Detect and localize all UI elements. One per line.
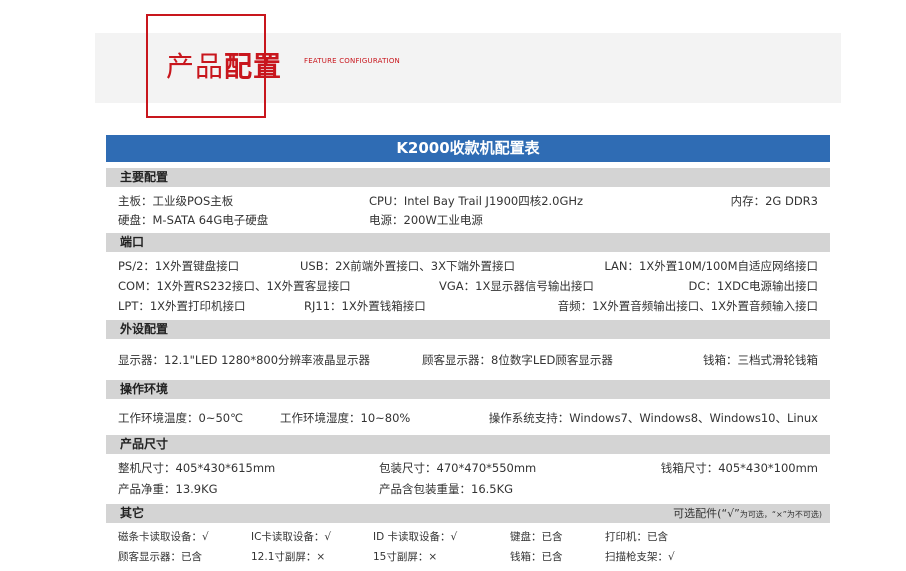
table-row: COM：1X外置RS232接口、1X外置客显接口 VGA：1X显示器信号输出接口… — [118, 279, 818, 293]
section-other-header: 其它 可选配件(“√”为可选，“×”为不可选) — [106, 504, 830, 523]
section-env-header: 操作环境 — [106, 380, 830, 399]
table-title: K2000收款机配置表 — [106, 135, 830, 162]
table-row: 工作环境温度：0~50℃ 工作环境湿度：10~80% 操作系统支持：Window… — [118, 411, 818, 425]
table-row: 显示器：12.1"LED 1280*800分辨率液晶显示器 顾客显示器：8位数字… — [118, 353, 818, 367]
table-row: PS/2：1X外置键盘接口 USB：2X前端外置接口、3X下端外置接口 LAN：… — [118, 259, 818, 273]
table-row: 整机尺寸：405*430*615mm 包装尺寸：470*470*550mm 钱箱… — [118, 461, 818, 475]
banner-title: 产品配置 — [166, 50, 283, 83]
table-row: 主板：工业级POS主板 CPU：Intel Bay Trail J1900四核2… — [118, 194, 818, 208]
section-ports-header: 端口 — [106, 233, 830, 252]
optional-note: 可选配件(“√”为可选，“×”为不可选) — [673, 507, 822, 520]
table-row: LPT：1X外置打印机接口 RJ11：1X外置钱箱接口 音频：1X外置音频输出接… — [118, 299, 818, 313]
section-size-header: 产品尺寸 — [106, 435, 830, 454]
table-row: 硬盘：M-SATA 64G电子硬盘 电源：200W工业电源 — [118, 213, 483, 227]
section-main-header: 主要配置 — [106, 168, 830, 187]
section-peripherals-header: 外设配置 — [106, 320, 830, 339]
banner-subtitle: FEATURE CONFIGURATION — [304, 57, 400, 65]
table-row: 磁条卡读取设备：√ IC卡读取设备：√ ID 卡读取设备：√ 键盘：已含 打印机… — [118, 531, 668, 543]
table-row: 顾客显示器：已含 12.1寸副屏：× 15寸副屏：× 钱箱：已含 扫描枪支架：√ — [118, 551, 675, 563]
table-row: 产品净重：13.9KG 产品含包装重量：16.5KG — [118, 482, 514, 496]
